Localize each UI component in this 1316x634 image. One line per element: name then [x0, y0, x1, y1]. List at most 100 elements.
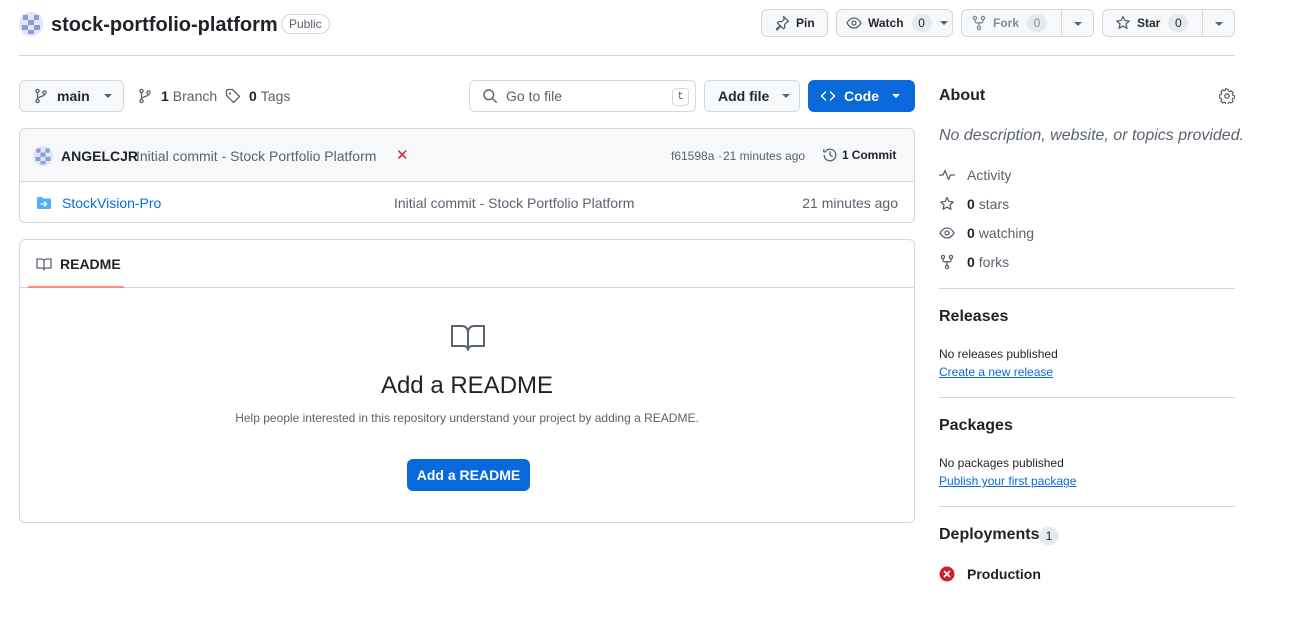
commit-hash-link[interactable]: f61598a	[671, 149, 714, 163]
watch-button[interactable]: Watch 0	[836, 9, 953, 37]
fork-options-chevron-down-icon[interactable]	[1074, 22, 1082, 26]
tag-count: 0	[249, 88, 257, 104]
eye-icon	[939, 227, 955, 239]
readme-empty-description: Help people interested in this repositor…	[235, 411, 699, 425]
book-icon	[451, 325, 485, 351]
fork-button[interactable]: Fork 0	[961, 9, 1094, 37]
watch-count: 0	[911, 14, 932, 32]
watchers-link[interactable]: 0 watching	[939, 223, 1034, 243]
watch-label: Watch	[868, 16, 904, 30]
fork-icon	[940, 254, 954, 270]
chevron-down-icon	[892, 94, 900, 98]
star-icon	[1116, 15, 1130, 29]
watching-label: watching	[978, 225, 1035, 241]
chevron-down-icon	[103, 94, 112, 98]
author-avatar[interactable]	[33, 146, 53, 166]
releases-status: No releases published	[939, 347, 1058, 361]
stars-label: stars	[978, 196, 1010, 212]
code-label: Code	[844, 88, 879, 104]
search-icon	[483, 89, 497, 103]
file-browser: ANGELCJR Initial commit - Stock Portfoli…	[19, 128, 915, 223]
branch-count: 1	[161, 88, 169, 104]
commit-time: 21 minutes ago	[723, 149, 806, 163]
branch-name: main	[57, 88, 90, 104]
keyboard-shortcut-hint: t	[672, 88, 689, 106]
sidebar-divider	[939, 397, 1235, 398]
stars-link[interactable]: 0 stars	[939, 194, 1009, 214]
readme-header: README	[20, 240, 914, 288]
watching-count: 0	[967, 225, 975, 241]
readme-tab-label: README	[60, 256, 121, 272]
stars-count: 0	[967, 196, 975, 212]
file-commit-message-link[interactable]: Initial commit - Stock Portfolio Platfor…	[394, 195, 634, 211]
file-name-link[interactable]: StockVision-Pro	[62, 195, 161, 211]
tag-icon	[225, 88, 241, 104]
commit-label: Commit	[851, 148, 897, 162]
gear-icon[interactable]	[1219, 88, 1235, 104]
submodule-folder-icon	[37, 197, 51, 209]
branches-link[interactable]: 1 Branch	[137, 80, 217, 112]
add-file-button[interactable]: Add file	[704, 80, 800, 112]
git-branch-icon	[139, 88, 151, 104]
deployments-count: 1	[1039, 527, 1059, 545]
visibility-badge: Public	[281, 14, 330, 34]
code-button[interactable]: Code	[808, 80, 915, 112]
latest-commit-row: ANGELCJR Initial commit - Stock Portfoli…	[20, 129, 914, 182]
tag-label: Tags	[260, 88, 291, 104]
tab-readme[interactable]: README	[28, 240, 129, 288]
packages-heading[interactable]: Packages	[939, 417, 1013, 435]
forks-count: 0	[967, 254, 975, 270]
x-circle-fill-icon	[939, 566, 955, 582]
activity-label: Activity	[967, 167, 1012, 183]
commit-separator: ·	[718, 149, 722, 163]
star-icon	[940, 196, 954, 210]
pin-icon	[775, 15, 790, 31]
sidebar-divider	[939, 288, 1235, 289]
add-readme-button[interactable]: Add a README	[407, 459, 530, 491]
repo-name-link[interactable]: stock-portfolio-platform	[51, 12, 278, 38]
deployments-heading[interactable]: Deployments	[939, 526, 1039, 544]
readme-empty-title: Add a README	[380, 372, 554, 399]
pin-button[interactable]: Pin	[761, 9, 828, 37]
star-count: 0	[1168, 14, 1189, 32]
sidebar-divider	[939, 506, 1235, 507]
active-tab-indicator	[28, 286, 124, 288]
about-description: No description, website, or topics provi…	[939, 127, 1245, 144]
go-to-file-input[interactable]	[506, 88, 666, 104]
packages-status: No packages published	[939, 456, 1064, 470]
deployment-item-production[interactable]: Production	[939, 564, 1041, 584]
fork-icon	[972, 15, 986, 31]
fork-label: Fork	[993, 16, 1020, 30]
commit-history-link[interactable]: 1 Commit	[822, 147, 896, 163]
star-label: Star	[1137, 16, 1161, 30]
table-row[interactable]: StockVision-Pro Initial commit - Stock P…	[20, 182, 914, 222]
git-branch-icon	[35, 88, 47, 104]
add-file-label: Add file	[718, 88, 770, 104]
repo-owner-avatar[interactable]	[19, 12, 43, 36]
star-button[interactable]: Star 0	[1102, 9, 1235, 37]
publish-package-link[interactable]: Publish your first package	[939, 474, 1076, 488]
book-icon	[36, 258, 52, 271]
about-heading: About	[939, 87, 986, 104]
eye-icon	[846, 17, 862, 29]
commit-status-failed-icon[interactable]: ✕	[396, 146, 409, 164]
go-to-file-search[interactable]: t	[469, 80, 696, 112]
chevron-down-icon	[782, 94, 791, 98]
commit-message-link[interactable]: Initial commit - Stock Portfolio Platfor…	[136, 148, 376, 164]
activity-link[interactable]: Activity	[939, 165, 1011, 185]
history-icon	[823, 148, 837, 162]
releases-heading[interactable]: Releases	[939, 308, 1008, 326]
forks-link[interactable]: 0 forks	[939, 252, 1009, 272]
create-release-link[interactable]: Create a new release	[939, 365, 1053, 379]
chevron-down-icon	[939, 21, 948, 25]
code-icon	[820, 91, 836, 101]
star-lists-chevron-down-icon[interactable]	[1215, 22, 1223, 26]
branch-label: Branch	[172, 88, 218, 104]
pin-label: Pin	[796, 16, 815, 30]
fork-count: 0	[1027, 14, 1048, 32]
branch-select-button[interactable]: main	[19, 80, 124, 112]
commit-author-link[interactable]: ANGELCJR	[61, 148, 138, 164]
pulse-icon	[939, 169, 955, 181]
tags-link[interactable]: 0 Tags	[225, 80, 290, 112]
commit-count: 1	[842, 148, 849, 162]
